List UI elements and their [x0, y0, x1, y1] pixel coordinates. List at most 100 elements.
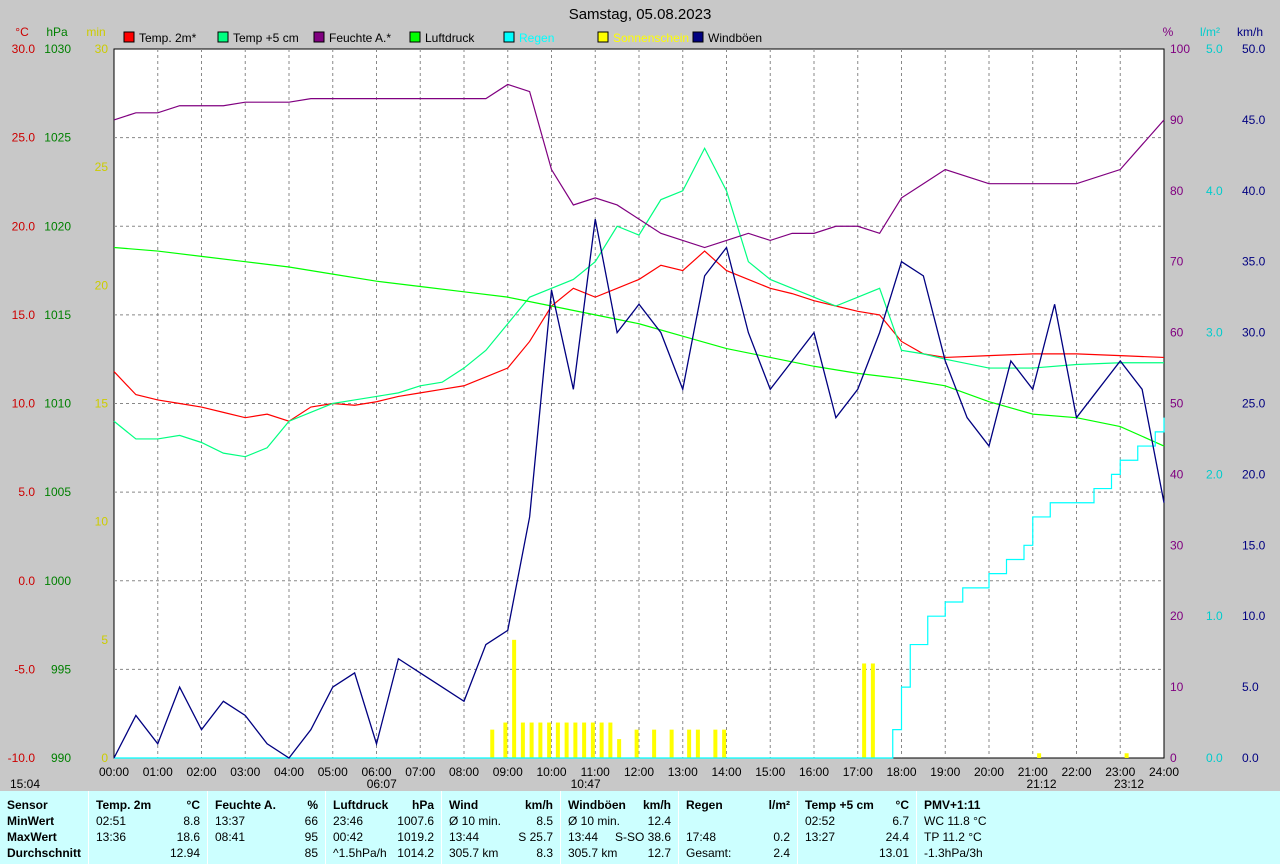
footer-row-label: MinWert — [7, 814, 55, 828]
wind-axis-tick: 20.0 — [1242, 467, 1266, 481]
sunshine-bar — [573, 722, 578, 758]
footer-column: Windböen km/h Ø 10 min. 12.4 13:44 S-SO 38.6 3… — [560, 791, 679, 864]
temp-axis-tick: 10.0 — [12, 397, 36, 411]
annotation-label: 15:04 — [10, 777, 40, 790]
footer-row-time: 23:46 — [333, 814, 364, 828]
footer-row-value: 85 — [304, 846, 318, 860]
pressure-axis-tick: 990 — [51, 751, 71, 765]
wind-axis-tick: 45.0 — [1242, 113, 1266, 127]
sunshine-bar — [608, 722, 613, 758]
humidity-axis-tick: 0 — [1170, 751, 1177, 765]
temp-axis-tick: 25.0 — [12, 131, 36, 145]
temp-axis-tick: 0.0 — [18, 574, 35, 588]
footer-column: Temp +5 cm °C 02:52 6.7 13:27 24.4 13.01 — [797, 791, 917, 864]
sunshine-bar — [538, 722, 543, 758]
footer-unit: % — [307, 798, 318, 812]
x-tick-label: 17:00 — [843, 765, 873, 779]
footer-row-value: 2.4 — [773, 846, 790, 860]
humidity-axis-tick: 30 — [1170, 538, 1184, 552]
x-tick-label: 19:00 — [930, 765, 960, 779]
humidity-axis-unit: % — [1163, 25, 1174, 39]
x-tick-label: 02:00 — [186, 765, 216, 779]
pressure-axis-tick: 1030 — [44, 42, 71, 56]
footer-header: Sensor — [7, 798, 48, 812]
sun-axis-tick: 20 — [95, 278, 109, 292]
footer-row-label: MaxWert — [7, 830, 57, 844]
sunshine-bar — [547, 722, 552, 758]
sunshine-bar — [520, 722, 525, 758]
footer-column: Feuchte A.% 13:37 66 08:41 95 85 — [207, 791, 326, 864]
x-tick-label: 05:00 — [318, 765, 348, 779]
humidity-axis-tick: 50 — [1170, 397, 1184, 411]
x-tick-label: 20:00 — [974, 765, 1004, 779]
wind-axis-tick: 25.0 — [1242, 397, 1266, 411]
footer-row-time: 00:42 — [333, 830, 364, 844]
wind-axis-tick: 40.0 — [1242, 184, 1266, 198]
x-tick-label: 03:00 — [230, 765, 260, 779]
footer-row-label: Durchschnitt — [7, 846, 82, 860]
rain-axis-tick: 4.0 — [1206, 184, 1223, 198]
footer-header: Windböen — [568, 798, 626, 812]
humidity-axis-tick: 100 — [1170, 42, 1190, 56]
footer-row-time: 08:41 — [215, 830, 246, 844]
legend-label: Regen — [519, 31, 554, 45]
humidity-axis-tick: 80 — [1170, 184, 1184, 198]
pressure-axis-unit: hPa — [46, 25, 68, 39]
rain-axis-tick: 0.0 — [1206, 751, 1223, 765]
sunshine-bar — [599, 722, 604, 758]
weather-chart: 30.025.020.015.010.05.00.0-5.0-10.010301… — [8, 6, 1266, 790]
x-tick-label: 07:00 — [405, 765, 435, 779]
annotation-label: 23:12 — [1114, 777, 1144, 790]
annotation-label: 06:07 — [367, 777, 397, 790]
sunshine-bar — [652, 729, 657, 758]
footer-row-time: 13:37 — [215, 814, 246, 828]
x-tick-label: 13:00 — [668, 765, 698, 779]
footer-row-time: -1.3hPa/3h — [924, 846, 983, 860]
footer-column: Wind km/h Ø 10 min. 8.5 13:44 S 25.7 305.7 km 8… — [441, 791, 561, 864]
footer-unit: °C — [186, 798, 200, 812]
sunshine-bar — [512, 639, 517, 758]
footer-row-value: 13.01 — [878, 846, 909, 860]
temp-axis-tick: 20.0 — [12, 219, 36, 233]
x-tick-label: 14:00 — [711, 765, 741, 779]
legend-swatch — [313, 31, 325, 43]
sunshine-bar — [695, 729, 700, 758]
sun-axis-tick: 10 — [95, 515, 109, 529]
legend-swatch — [217, 31, 229, 43]
footer-column: PMV+1:11 WC 11.8 °C TP 11.2 °C -1.3hPa/3h — [916, 791, 1037, 864]
pressure-axis-tick: 1025 — [44, 131, 71, 145]
footer-row-time: 02:51 — [96, 814, 127, 828]
rain-axis-tick: 5.0 — [1206, 42, 1223, 56]
pressure-axis-tick: 1020 — [44, 219, 71, 233]
footer-unit: l/m² — [768, 798, 790, 812]
footer-row-time: WC 11.8 °C — [924, 814, 987, 828]
footer-row-time: 13:27 — [805, 830, 836, 844]
footer-header: PMV+1:11 — [924, 798, 981, 812]
footer-row-time: Ø 10 min. — [568, 814, 621, 828]
footer-row-time: Ø 10 min. — [449, 814, 502, 828]
footer-row-value: 1019.2 — [397, 830, 434, 844]
pressure-axis-tick: 1010 — [44, 397, 71, 411]
sunshine-bar — [555, 722, 560, 758]
sunshine-bar — [713, 729, 718, 758]
x-tick-label: 00:00 — [99, 765, 129, 779]
pressure-axis-tick: 1000 — [44, 574, 71, 588]
sun-axis-tick: 15 — [95, 397, 109, 411]
legend-swatch — [597, 31, 609, 43]
sunshine-bar — [617, 739, 622, 758]
x-tick-label: 09:00 — [493, 765, 523, 779]
sunshine-bar — [1124, 753, 1129, 758]
temp-axis-tick: -10.0 — [8, 751, 36, 765]
footer-row-value: 12.94 — [169, 846, 200, 860]
footer-row-value: 95 — [304, 830, 318, 844]
footer-row-value: 18.6 — [176, 830, 200, 844]
wind-axis-tick: 50.0 — [1242, 42, 1266, 56]
humidity-axis-tick: 90 — [1170, 113, 1184, 127]
footer-row-value: S 25.7 — [518, 830, 553, 844]
annotation-label: 10:47 — [571, 777, 601, 790]
sun-axis-tick: 30 — [95, 42, 109, 56]
sunshine-bar — [564, 722, 569, 758]
sunshine-bar — [669, 729, 674, 758]
legend-swatch — [503, 31, 515, 43]
temp-axis-tick: 5.0 — [18, 485, 35, 499]
